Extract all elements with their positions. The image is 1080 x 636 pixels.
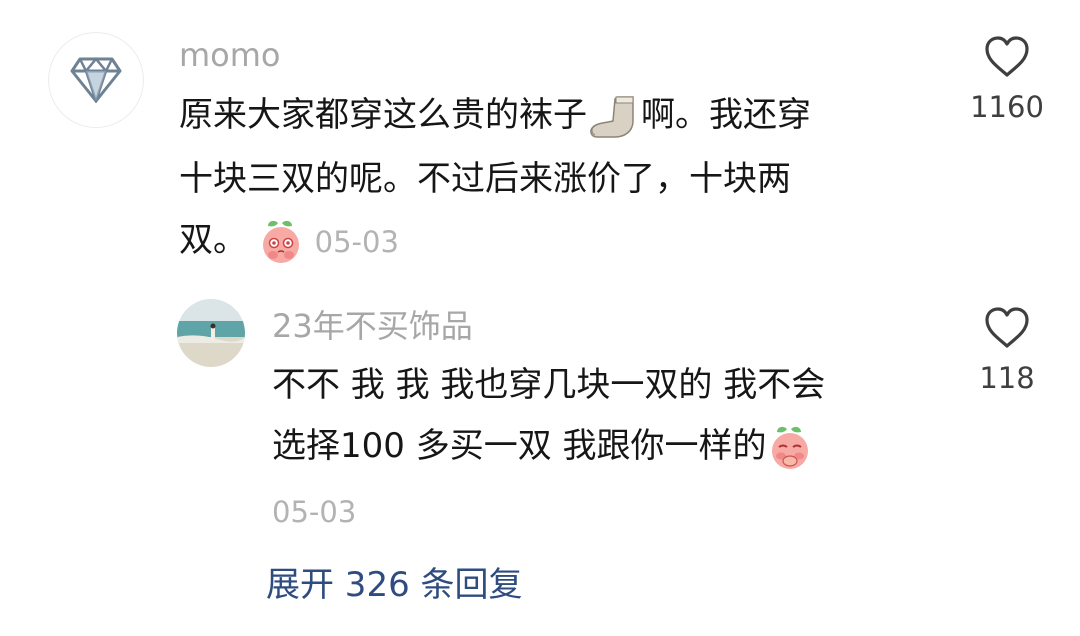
reply-username[interactable]: 23年不买饰品	[272, 304, 473, 348]
reply-text-segment: 选择100 多买一双 我跟你一样的	[272, 426, 767, 466]
comment-text-segment: 双。	[179, 220, 247, 260]
comment-text-segment: 啊。我还穿	[641, 95, 811, 135]
comment-like-button[interactable]: 1160	[952, 36, 1062, 124]
reply-like-button[interactable]: 118	[952, 307, 1062, 395]
comment-text-segment: 原来大家都穿这么贵的袜子	[179, 95, 587, 135]
peach-emoji-icon	[262, 220, 299, 263]
reply-like-count: 118	[979, 361, 1035, 395]
heart-icon	[985, 307, 1029, 348]
avatar-momo[interactable]	[48, 32, 144, 128]
heart-icon	[985, 36, 1029, 77]
diamond-icon	[70, 57, 122, 103]
beach-avatar-image	[177, 299, 245, 367]
comment-text-line-2: 十块三双的呢。不过后来涨价了，十块两	[179, 159, 791, 199]
avatar-reply-user[interactable]	[177, 299, 245, 367]
reply-date: 05-03	[272, 495, 357, 529]
comment-text-line-3: 双。 05-03	[179, 218, 399, 265]
reply-text-line-1: 不不 我 我 我也穿几块一双的 我不会	[272, 365, 826, 405]
comment-text-line-1: 原来大家都穿这么贵的袜子 啊。我还穿	[179, 93, 811, 139]
sock-emoji-icon	[590, 95, 634, 138]
peach-emoji-icon	[771, 426, 808, 469]
reply-text-line-2: 选择100 多买一双 我跟你一样的	[272, 424, 813, 471]
comment-date: 05-03	[314, 224, 399, 259]
comment-username[interactable]: momo	[179, 33, 281, 77]
expand-replies-link[interactable]: 展开 326 条回复	[266, 562, 523, 608]
comment-like-count: 1160	[970, 90, 1044, 124]
